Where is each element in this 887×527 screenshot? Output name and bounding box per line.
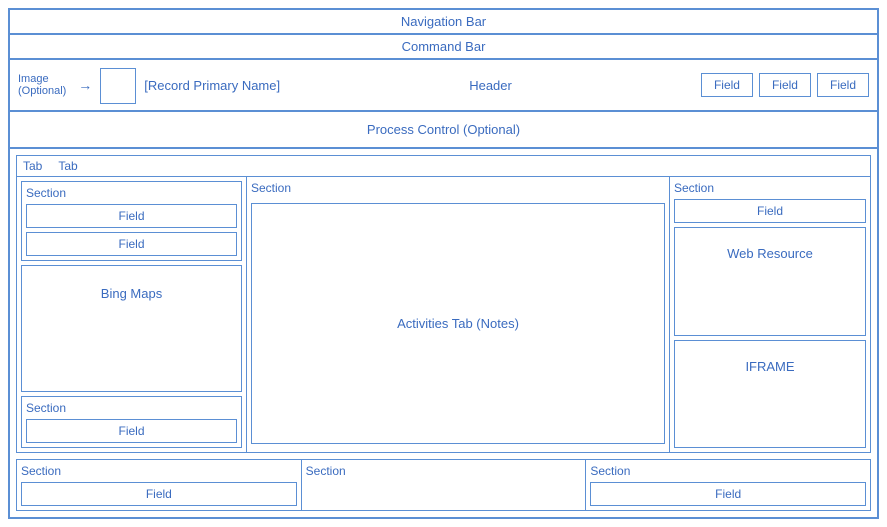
section-block-1: Section Field Field <box>21 181 242 261</box>
process-control: Process Control (Optional) <box>10 112 877 149</box>
bottom-field-1: Field <box>21 482 297 506</box>
image-optional-label: Image (Optional) <box>18 73 66 97</box>
bottom-col-3: Section Field <box>586 460 870 510</box>
section-1-field-1: Field <box>26 204 237 228</box>
record-primary-name: [Record Primary Name] <box>144 78 280 93</box>
activities-tab: Activities Tab (Notes) <box>251 203 665 444</box>
header-field-2: Field <box>759 73 811 97</box>
tab-content: Section Field Field Bing Maps Section Fi… <box>17 177 870 452</box>
header-field-1: Field <box>701 73 753 97</box>
header-fields: Field Field Field <box>701 73 869 97</box>
middle-section-label: Section <box>251 181 665 195</box>
middle-column: Section Activities Tab (Notes) <box>247 177 670 452</box>
section-1-field-2: Field <box>26 232 237 256</box>
section-block-2: Section Field <box>21 396 242 448</box>
tab-1[interactable]: Tab <box>23 159 42 173</box>
web-resource: Web Resource <box>674 227 866 336</box>
bottom-col-1: Section Field <box>17 460 302 510</box>
tabs-area: Tab Tab Section Field Field Bing Maps Se… <box>16 155 871 453</box>
section-1-label: Section <box>26 186 237 200</box>
arrow-icon: → <box>78 77 92 93</box>
bottom-section-2-label: Section <box>306 464 582 478</box>
bottom-col-2: Section <box>302 460 587 510</box>
main-content: Tab Tab Section Field Field Bing Maps Se… <box>10 149 877 517</box>
image-box <box>100 68 136 104</box>
iframe: IFRAME <box>674 340 866 449</box>
tab-labels: Tab Tab <box>17 156 870 177</box>
right-section-field: Field <box>674 199 866 223</box>
header-row: Image (Optional) → [Record Primary Name]… <box>10 60 877 112</box>
section-2-field-1: Field <box>26 419 237 443</box>
command-bar-label: Command Bar <box>402 39 486 54</box>
header-field-3: Field <box>817 73 869 97</box>
navigation-bar-label: Navigation Bar <box>401 14 486 29</box>
form-layout: Navigation Bar Command Bar Image (Option… <box>8 8 879 519</box>
bottom-sections: Section Field Section Section Field <box>16 459 871 511</box>
right-section-label: Section <box>674 181 866 195</box>
bottom-section-1-label: Section <box>21 464 297 478</box>
bottom-field-3: Field <box>590 482 866 506</box>
section-2-label: Section <box>26 401 237 415</box>
command-bar: Command Bar <box>10 35 877 60</box>
tab-2[interactable]: Tab <box>58 159 77 173</box>
navigation-bar: Navigation Bar <box>10 10 877 35</box>
bing-maps: Bing Maps <box>21 265 242 392</box>
left-column: Section Field Field Bing Maps Section Fi… <box>17 177 247 452</box>
process-control-label: Process Control (Optional) <box>367 122 520 137</box>
header-label: Header <box>288 78 693 93</box>
bottom-section-3-label: Section <box>590 464 866 478</box>
right-column: Section Field Web Resource IFRAME <box>670 177 870 452</box>
